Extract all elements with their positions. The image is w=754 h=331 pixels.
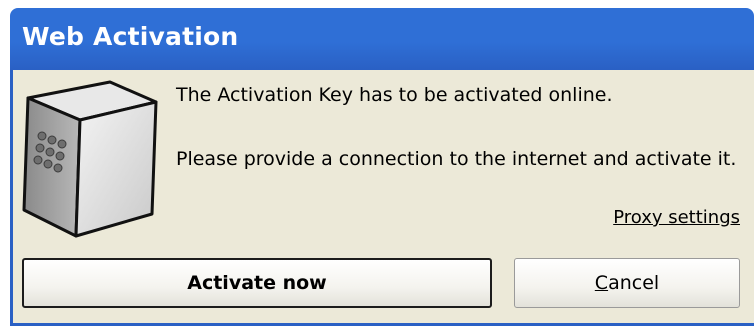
cancel-label-rest: ancel [608, 272, 660, 294]
window-title: Web Activation [22, 22, 239, 51]
hardware-key-device-icon [22, 80, 158, 238]
cancel-button[interactable]: Cancel [514, 258, 740, 308]
web-activation-dialog: Web Activation The Activation Key has to… [0, 0, 754, 331]
title-bar[interactable]: Web Activation [10, 8, 754, 70]
activate-now-button[interactable]: Activate now [22, 258, 492, 308]
activation-message-line-2: Please provide a connection to the inter… [176, 148, 737, 170]
cancel-mnemonic: C [594, 272, 609, 294]
proxy-settings-link[interactable]: Proxy settings [613, 207, 740, 228]
activation-message-line-1: The Activation Key has to be activated o… [176, 84, 613, 106]
